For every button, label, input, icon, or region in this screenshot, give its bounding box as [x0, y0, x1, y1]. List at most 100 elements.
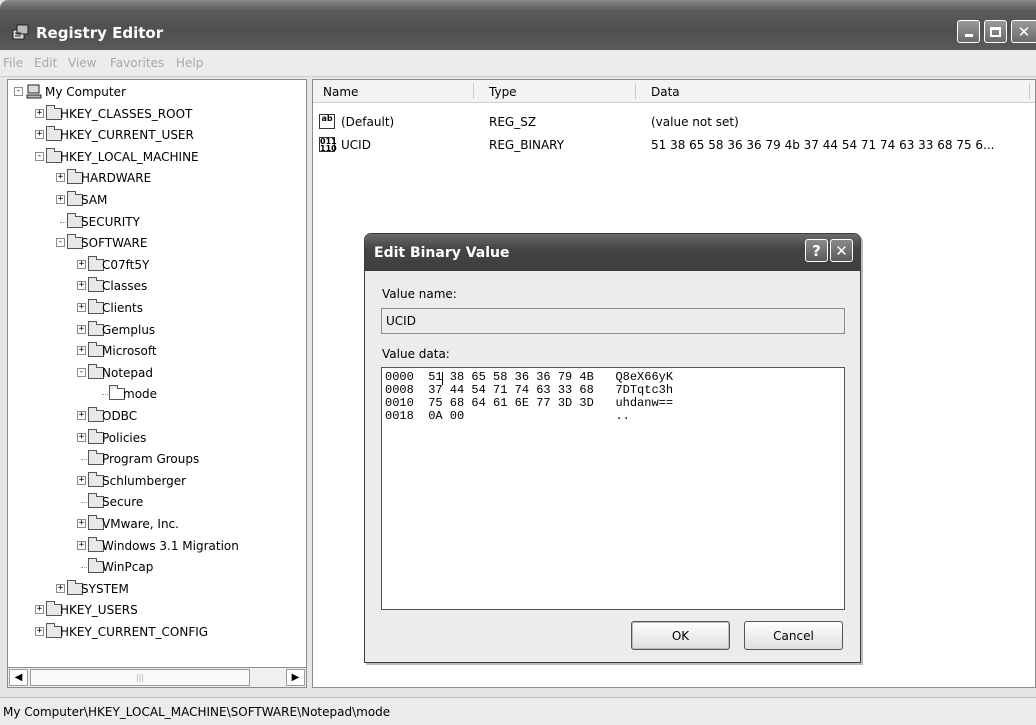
close-button[interactable]: ✕ [1011, 20, 1036, 43]
tree-node-c07ft5y[interactable]: + C07ft5Y [77, 255, 306, 275]
tree-node-program-groups[interactable]: Program Groups [77, 449, 306, 469]
menu-help[interactable]: Help [176, 56, 203, 70]
tree-node-gemplus[interactable]: + Gemplus [77, 320, 306, 340]
expand-icon[interactable]: + [77, 411, 86, 420]
column-divider[interactable] [1029, 83, 1030, 99]
dialog-close-button[interactable]: ✕ [830, 239, 853, 262]
expand-icon[interactable]: + [77, 324, 86, 334]
tree-node-my-computer[interactable]: - My Computer [14, 82, 274, 102]
column-divider[interactable] [473, 83, 474, 99]
expand-icon[interactable]: + [35, 108, 44, 118]
tree-node-label: ODBC [102, 409, 138, 423]
value-type: REG_BINARY [489, 138, 565, 152]
tree-node-system[interactable]: + SYSTEM [56, 579, 306, 599]
chevron-left-icon: ◀ [14, 672, 23, 683]
expand-icon[interactable]: + [77, 540, 86, 550]
help-button[interactable]: ? [805, 239, 828, 262]
tree-node-label: HKEY_USERS [60, 603, 138, 618]
tree-node-label: HKEY_CURRENT_CONFIG [60, 625, 209, 639]
column-header-type[interactable]: Type [489, 85, 517, 99]
tree-node-schlumberger[interactable]: + Schlumberger [77, 471, 306, 491]
collapse-icon[interactable]: - [56, 238, 65, 248]
tree-node-label: HKEY_CLASSES_ROOT [60, 106, 193, 121]
tree-node-mode[interactable]: mode [98, 384, 306, 404]
menu-favorites[interactable]: Favorites [110, 56, 164, 70]
tree-node-odbc[interactable]: + ODBC [77, 406, 306, 426]
expand-icon[interactable]: + [77, 259, 86, 269]
expand-icon[interactable]: + [77, 475, 86, 485]
value-data: 51 38 65 58 36 36 79 4b 37 44 54 71 74 6… [651, 138, 995, 152]
window-title-bar[interactable]: Registry Editor ✕ [0, 0, 1036, 50]
registry-tree[interactable]: - My Computer + HKEY_CLASSES_ROOT + HKEY_CURR… [7, 79, 307, 688]
tree-node-notepad[interactable]: - Notepad [77, 363, 306, 383]
value-data: (value not set) [651, 115, 739, 129]
collapse-icon[interactable]: - [14, 87, 23, 96]
expand-icon[interactable]: + [56, 583, 65, 593]
expand-icon[interactable]: + [56, 173, 65, 183]
column-header-name[interactable]: Name [323, 85, 358, 99]
tree-node-windows-3-1-migration[interactable]: + Windows 3.1 Migration [77, 536, 306, 556]
expand-icon[interactable]: + [77, 346, 86, 356]
tree-node-label: HARDWARE [81, 171, 152, 186]
tree-node-label: Secure [102, 495, 144, 510]
tree-node-microsoft[interactable]: + Microsoft [77, 341, 306, 361]
expand-icon[interactable]: + [77, 432, 86, 442]
edit-binary-value-dialog: Edit Binary Value ? ✕ Value name: UCID V… [364, 233, 861, 663]
column-divider[interactable] [635, 83, 636, 99]
menu-file[interactable]: File [3, 56, 23, 70]
tree-node-hkey-local-machine[interactable]: - HKEY_LOCAL_MACHINE [35, 147, 295, 167]
tree-node-policies[interactable]: + Policies [77, 428, 306, 448]
expand-icon[interactable]: + [77, 519, 86, 528]
scroll-right-button[interactable]: ▶ [286, 669, 305, 686]
expand-icon[interactable]: + [35, 605, 44, 615]
text-caret [442, 372, 443, 385]
tree-node-label: HKEY_CURRENT_USER [60, 128, 194, 143]
maximize-icon [990, 26, 1001, 37]
tree-horizontal-scrollbar[interactable]: ◀ ||| ▶ [7, 667, 307, 688]
value-name-field[interactable]: UCID [381, 308, 845, 334]
tree-node-software[interactable]: - SOFTWARE [56, 233, 306, 253]
tree-node-label: Classes [102, 279, 148, 294]
minimize-button[interactable] [957, 20, 980, 43]
close-icon: ✕ [835, 241, 848, 260]
expand-icon[interactable]: + [77, 303, 86, 312]
scroll-thumb[interactable]: ||| [30, 669, 250, 686]
tree-node-hkey-classes-root[interactable]: + HKEY_CLASSES_ROOT [35, 104, 295, 124]
tree-node-clients[interactable]: + Clients [77, 298, 306, 318]
value-data-editor[interactable]: 0000 51 38 65 58 36 36 79 4B Q8eX66yK 00… [381, 367, 845, 610]
expand-icon[interactable]: + [56, 195, 65, 204]
binary-value-icon: 011 110 [319, 137, 337, 153]
tree-node-label: Policies [102, 430, 147, 445]
tree-node-security[interactable]: SECURITY [56, 212, 306, 232]
tree-node-vmware-inc[interactable]: + VMware, Inc. [77, 514, 306, 534]
ok-button[interactable]: OK [631, 621, 730, 650]
tree-node-hkey-current-user[interactable]: + HKEY_CURRENT_USER [35, 125, 295, 145]
expand-icon[interactable]: + [77, 281, 86, 291]
list-item[interactable]: ab (Default) REG_SZ (value not set) [313, 111, 1035, 133]
grip-icon: ||| [135, 673, 145, 682]
dialog-title-bar[interactable]: Edit Binary Value ? ✕ [365, 234, 860, 271]
computer-icon [26, 84, 42, 99]
collapse-icon[interactable]: - [77, 367, 86, 377]
value-name: (Default) [341, 115, 395, 129]
tree-node-hkey-users[interactable]: + HKEY_USERS [35, 600, 295, 620]
tree-node-secure[interactable]: Secure [77, 492, 306, 512]
expand-icon[interactable]: + [35, 627, 44, 636]
menu-view[interactable]: View [68, 56, 96, 70]
maximize-button[interactable] [984, 20, 1007, 43]
menu-edit[interactable]: Edit [34, 56, 57, 70]
list-item[interactable]: 011 110 UCID REG_BINARY 51 38 65 58 36 36… [313, 134, 1035, 156]
tree-node-winpcap[interactable]: WinPcap [77, 557, 306, 577]
tree-node-hardware[interactable]: + HARDWARE [56, 168, 306, 188]
column-header-data[interactable]: Data [651, 85, 680, 99]
tree-node-hkey-current-config[interactable]: + HKEY_CURRENT_CONFIG [35, 622, 295, 642]
tree-node-label: mode [123, 387, 158, 402]
tree-node-sam[interactable]: + SAM [56, 190, 306, 210]
tree-node-label: Windows 3.1 Migration [102, 538, 239, 553]
scroll-left-button[interactable]: ◀ [9, 669, 28, 686]
tree-node-label: SAM [81, 193, 108, 207]
expand-icon[interactable]: + [35, 130, 44, 140]
tree-node-classes[interactable]: + Classes [77, 276, 306, 296]
collapse-icon[interactable]: - [35, 151, 44, 161]
cancel-button[interactable]: Cancel [744, 621, 843, 650]
